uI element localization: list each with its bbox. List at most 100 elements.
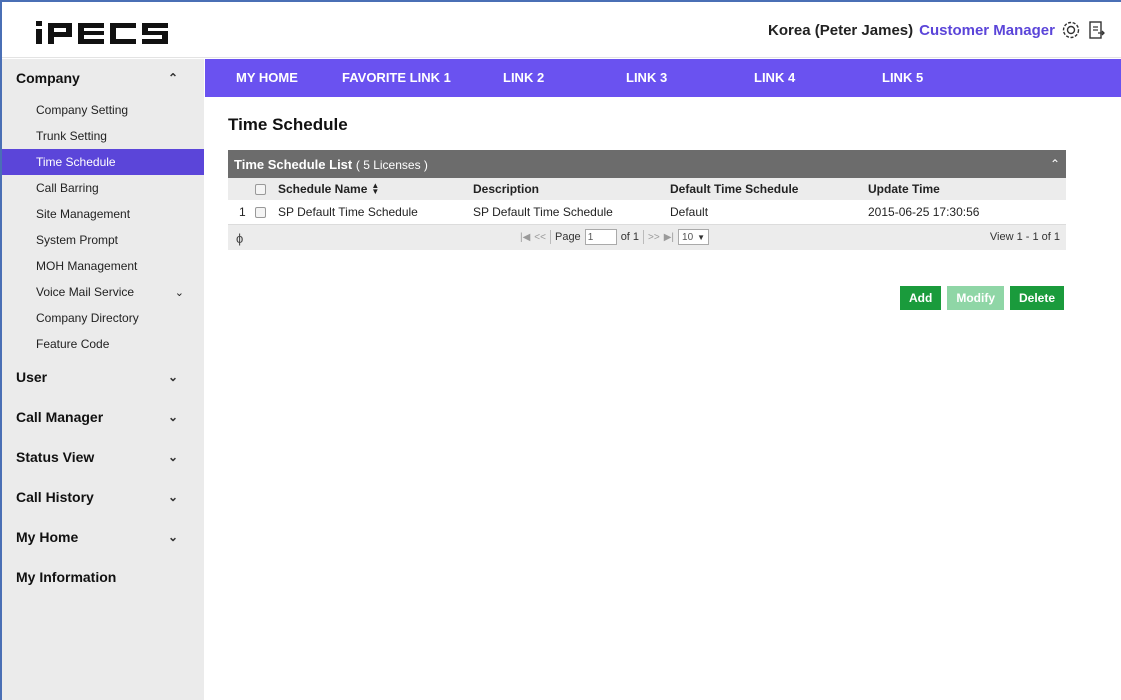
page-of-label: of 1 [620,231,640,243]
pager: ϕ |◀ << Page 1 of 1 >> ▶| 10 ▼ View 1 - … [228,224,1066,250]
menu-group-company: Company ⌃ Company Setting Trunk Setting … [2,59,204,357]
panel-header: Time Schedule List ( 5 Licenses ) ⌃ [228,150,1066,178]
nav-link-2[interactable]: LINK 2 [503,70,544,85]
sidebar-item-company-setting[interactable]: Company Setting [2,97,204,123]
col-schedule-name[interactable]: Schedule Name ▲ ▼ [278,178,379,200]
add-button[interactable]: Add [900,286,942,310]
cell-default: Default [670,205,709,219]
sidebar-item-label: Company Setting [36,103,129,117]
menu-head-label: Company [16,70,80,86]
chevron-down-icon: ⌄ [167,490,178,504]
delete-button[interactable]: Delete [1010,286,1065,310]
sidebar-item-company-directory[interactable]: Company Directory [2,305,204,331]
chevron-down-icon: ⌄ [167,450,178,464]
select-all-checkbox[interactable] [255,178,266,200]
sidebar-item-label: System Prompt [36,233,119,247]
settings-icon[interactable] [1061,20,1081,40]
sidebar-item-label: MOH Management [36,259,138,273]
sidebar-item-trunk-setting[interactable]: Trunk Setting [2,123,204,149]
logout-icon[interactable] [1087,20,1107,40]
chevron-up-icon: ⌃ [167,71,178,85]
menu-head-user[interactable]: User ⌄ [2,357,204,397]
menu-head-label: Call Manager [16,409,104,425]
panel-title-text: Time Schedule List [234,156,353,172]
page-label: Page [554,231,581,243]
sidebar-item-label: Site Management [36,207,131,221]
modify-button[interactable]: Modify [947,286,1004,310]
main-content: Time Schedule Time Schedule List ( 5 Lic… [205,97,1121,700]
rows-per-page-value: 10 [682,231,694,243]
sidebar-item-feature-code[interactable]: Feature Code [2,331,204,357]
page-input[interactable]: 1 [584,229,617,245]
col-update-time[interactable]: Update Time [868,178,940,200]
sidebar-item-label: Call Barring [36,181,99,195]
sidebar: Company ⌃ Company Setting Trunk Setting … [2,59,204,700]
chevron-down-icon: ⌄ [174,286,184,299]
menu-head-label: My Home [16,529,79,545]
prev-page-icon[interactable]: << [534,232,546,243]
sidebar-item-moh-management[interactable]: MOH Management [2,253,204,279]
sidebar-item-label: Voice Mail Service [36,285,135,299]
menu-head-my-information[interactable]: My Information [2,557,204,597]
menu-head-label: My Information [16,569,117,585]
page-title: Time Schedule [228,115,348,134]
first-page-icon[interactable]: |◀ [520,232,530,243]
menu-head-label: User [16,369,48,385]
view-range: View 1 - 1 of 1 [989,231,1060,243]
chevron-down-icon: ⌄ [167,530,178,544]
row-checkbox[interactable] [255,200,266,224]
sidebar-item-label: Time Schedule [36,155,116,169]
dropdown-arrow-icon: ▼ [697,232,706,242]
menu-head-status-view[interactable]: Status View ⌄ [2,437,204,477]
chevron-down-icon: ⌄ [167,410,178,424]
col-label: Schedule Name [278,182,368,196]
sidebar-item-label: Company Directory [36,311,139,325]
ipecs-logo [36,21,168,44]
last-page-icon[interactable]: ▶| [664,232,674,243]
col-description[interactable]: Description [473,178,539,200]
top-nav: MY HOME FAVORITE LINK 1 LINK 2 LINK 3 LI… [205,59,1121,97]
sidebar-item-voice-mail-service[interactable]: Voice Mail Service ⌄ [2,279,204,305]
sidebar-item-label: Feature Code [36,337,110,351]
next-page-icon[interactable]: >> [648,232,660,243]
refresh-icon[interactable]: ϕ [236,231,243,246]
menu-head-call-history[interactable]: Call History ⌄ [2,477,204,517]
pager-controls: |◀ << Page 1 of 1 >> ▶| 10 ▼ [520,229,710,245]
license-count: ( 5 Licenses ) [355,157,428,172]
top-header: Korea (Peter James) Customer Manager [2,2,1121,58]
company-submenu: Company Setting Trunk Setting Time Sched… [2,97,204,357]
nav-link-3[interactable]: LINK 3 [626,70,667,85]
nav-link-my-home[interactable]: MY HOME [236,70,298,85]
grid-header: Schedule Name ▲ ▼ Description Default Tim… [228,178,1066,200]
panel-title: Time Schedule List ( 5 Licenses ) [234,157,428,172]
chevron-down-icon: ⌄ [167,370,178,384]
row-number: 1 [239,205,246,219]
user-name: Korea (Peter James) [768,21,914,39]
sidebar-item-call-barring[interactable]: Call Barring [2,175,204,201]
sidebar-item-site-management[interactable]: Site Management [2,201,204,227]
menu-head-my-home[interactable]: My Home ⌄ [2,517,204,557]
sidebar-item-system-prompt[interactable]: System Prompt [2,227,204,253]
menu-head-label: Status View [16,449,95,465]
pager-separator [643,230,645,244]
menu-head-label: Call History [16,489,94,505]
sidebar-item-time-schedule[interactable]: Time Schedule [2,149,204,175]
nav-link-favorite-1[interactable]: FAVORITE LINK 1 [342,70,451,85]
cell-schedule-name: SP Default Time Schedule [278,205,418,219]
role-link[interactable]: Customer Manager [919,22,1055,39]
sidebar-item-label: Trunk Setting [36,129,107,143]
col-default-time-schedule[interactable]: Default Time Schedule [670,178,798,200]
pager-separator [549,230,551,244]
schedule-list-panel: Time Schedule List ( 5 Licenses ) ⌃ Sche… [228,150,1066,250]
action-buttons: Add Modify Delete [900,286,1065,310]
nav-link-4[interactable]: LINK 4 [754,70,795,85]
nav-link-5[interactable]: LINK 5 [882,70,923,85]
cell-update-time: 2015-06-25 17:30:56 [868,205,980,219]
rows-per-page-select[interactable]: 10 ▼ [678,229,710,245]
collapse-icon[interactable]: ⌃ [1050,157,1060,171]
table-row[interactable]: 1 SP Default Time Schedule SP Default Ti… [228,200,1066,224]
menu-head-call-manager[interactable]: Call Manager ⌄ [2,397,204,437]
cell-description: SP Default Time Schedule [473,205,613,219]
menu-head-company[interactable]: Company ⌃ [2,59,204,97]
sort-icon: ▲ ▼ [371,181,380,196]
